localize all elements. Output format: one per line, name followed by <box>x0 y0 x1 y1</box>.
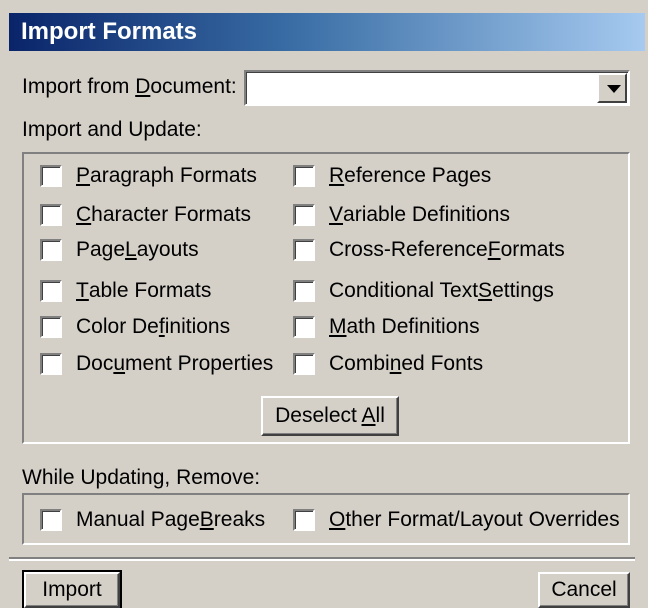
other-overrides-checkbox[interactable]: Other Format/Layout Overrides <box>293 508 620 532</box>
math-definitions-checkbox[interactable]: Math Definitions <box>293 315 480 339</box>
color-definitions-checkbox[interactable]: Color De f initions <box>40 315 230 339</box>
import-update-heading: Import and Update: <box>22 118 202 141</box>
chevron-down-icon <box>607 85 621 93</box>
table-formats-checkbox[interactable]: Table Formats <box>40 279 211 303</box>
checkbox[interactable] <box>40 280 62 302</box>
checkbox[interactable] <box>293 239 315 261</box>
document-properties-checkbox[interactable]: Doc u ment Properties <box>40 352 273 376</box>
while-updating-heading: While Updating, Remove: <box>22 466 261 489</box>
paragraph-formats-checkbox[interactable]: Paragraph Formats <box>40 164 257 188</box>
import-from-label: Import from Document: <box>22 75 237 98</box>
reference-pages-checkbox[interactable]: Reference Pages <box>293 164 491 188</box>
checkbox[interactable] <box>293 280 315 302</box>
conditional-text-settings-checkbox[interactable]: Conditional Text Settings <box>293 279 554 303</box>
checkbox[interactable] <box>293 165 315 187</box>
checkbox[interactable] <box>40 353 62 375</box>
checkbox[interactable] <box>40 239 62 261</box>
import-button[interactable]: Import <box>22 570 122 608</box>
deselect-all-button[interactable]: Deselect All <box>261 396 399 436</box>
checkbox[interactable] <box>40 509 62 531</box>
character-formats-checkbox[interactable]: Character Formats <box>40 203 251 227</box>
title-bar[interactable]: Import Formats <box>9 13 645 51</box>
checkbox[interactable] <box>293 204 315 226</box>
checkbox[interactable] <box>40 165 62 187</box>
page-layouts-checkbox[interactable]: Page Layouts <box>40 238 199 262</box>
checkbox[interactable] <box>40 316 62 338</box>
checkbox[interactable] <box>293 509 315 531</box>
combined-fonts-checkbox[interactable]: Combi n ed Fonts <box>293 352 483 376</box>
checkbox[interactable] <box>40 204 62 226</box>
import-from-document-select[interactable] <box>244 70 630 106</box>
cancel-button[interactable]: Cancel <box>538 572 630 608</box>
window-title: Import Formats <box>21 18 198 45</box>
dropdown-button[interactable] <box>597 73 627 103</box>
cross-reference-formats-checkbox[interactable]: Cross-Reference Formats <box>293 238 565 262</box>
checkbox[interactable] <box>293 353 315 375</box>
variable-definitions-checkbox[interactable]: Variable Definitions <box>293 203 510 227</box>
separator <box>9 557 635 561</box>
manual-page-breaks-checkbox[interactable]: Manual Page Breaks <box>40 508 265 532</box>
checkbox[interactable] <box>293 316 315 338</box>
